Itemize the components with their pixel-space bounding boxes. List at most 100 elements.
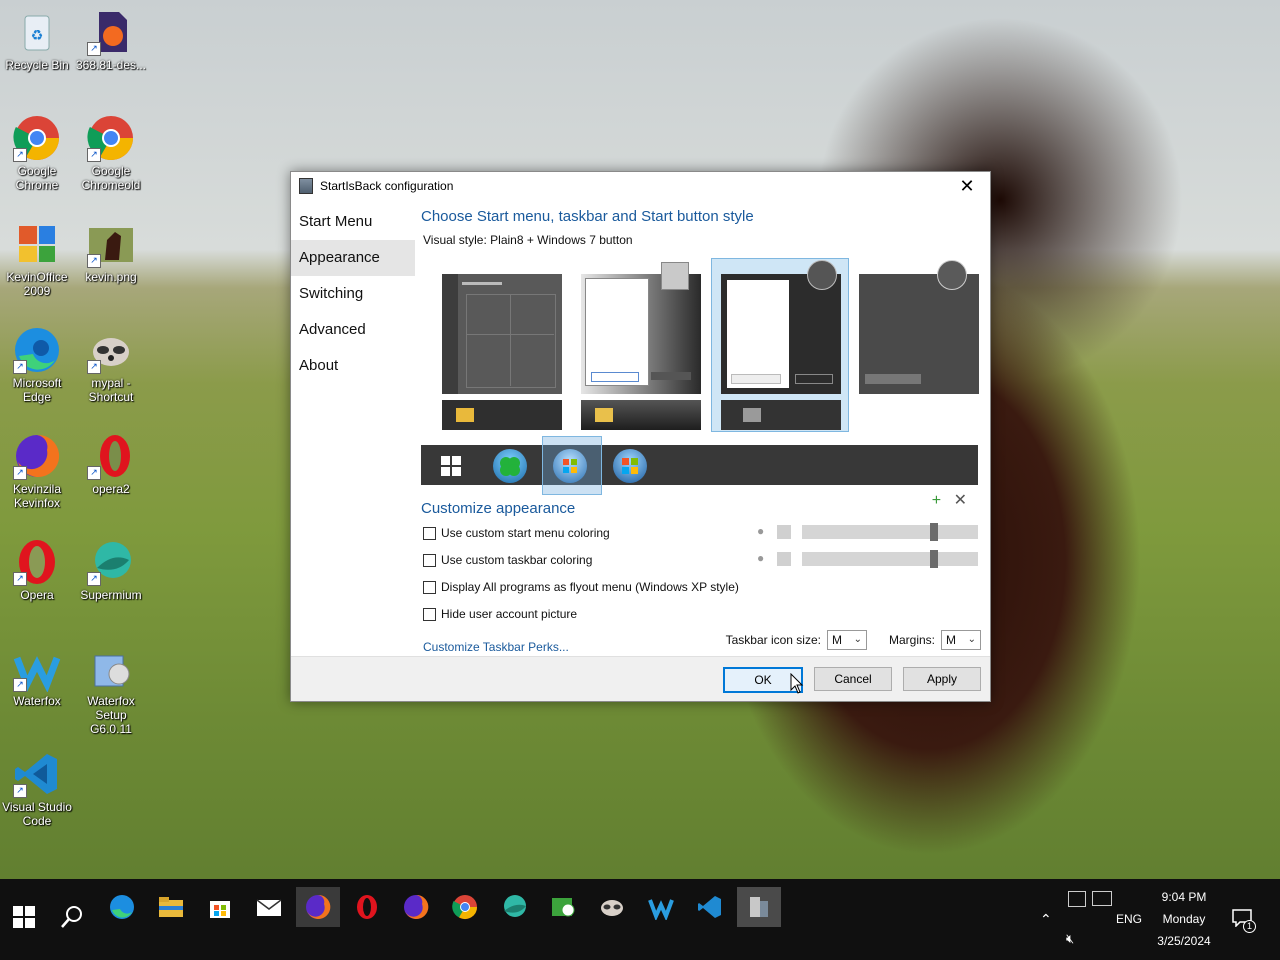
- desktop-icon-recycle-bin[interactable]: ♻ Recycle Bin: [0, 8, 74, 72]
- dialog-footer: OK Cancel Apply: [291, 656, 990, 701]
- close-icon[interactable]: ✕: [944, 172, 990, 200]
- taskbar-store[interactable]: [198, 887, 242, 927]
- apply-button[interactable]: Apply: [903, 667, 981, 691]
- taskbar-vscode[interactable]: [688, 887, 732, 927]
- taskbar-firefox[interactable]: [394, 887, 438, 927]
- plus-icon[interactable]: +: [932, 492, 941, 509]
- taskbar-edge[interactable]: [100, 887, 144, 927]
- desktop-icon-kevin-png[interactable]: ↗ kevin.png: [74, 220, 148, 284]
- desktop-icon-kevinzila[interactable]: ↗ Kevinzila Kevinfox: [0, 432, 74, 510]
- taskbar-opera[interactable]: [345, 887, 389, 927]
- clover-orb-button-style[interactable]: [493, 449, 527, 483]
- desktop-icon-opera2[interactable]: ↗ opera2: [74, 432, 148, 496]
- appearance-panel: Choose Start menu, taskbar and Start but…: [421, 208, 981, 654]
- user-avatar-icon: [661, 262, 689, 290]
- start-menu-opacity-slider[interactable]: [802, 523, 978, 541]
- desktop-icon-kevinoffice[interactable]: KevinOffice 2009: [0, 220, 74, 298]
- desktop-icon-waterfox[interactable]: ↗ Waterfox: [0, 644, 74, 708]
- nav-advanced[interactable]: Advanced: [291, 312, 415, 348]
- start-button[interactable]: [2, 897, 46, 937]
- windows-logo-button-style[interactable]: [441, 456, 461, 476]
- mail-icon: [256, 899, 282, 916]
- dialog-titlebar[interactable]: StartIsBack configuration ✕: [291, 172, 990, 200]
- option-custom-taskbar-coloring[interactable]: Use custom taskbar coloring: [423, 553, 592, 567]
- chevron-up-icon[interactable]: ⌃: [1040, 911, 1052, 928]
- style-thumbnail-plain8[interactable]: [721, 260, 841, 394]
- folder-icon: [456, 408, 474, 422]
- nav-about[interactable]: About: [291, 348, 415, 384]
- style-thumbnail-plain8-dark[interactable]: [859, 260, 979, 394]
- color-swatch[interactable]: [777, 525, 791, 539]
- nav-switching[interactable]: Switching: [291, 276, 415, 312]
- slider-thumb[interactable]: [930, 523, 938, 541]
- taskbar-supermium[interactable]: [492, 887, 536, 927]
- taskbar-chrome[interactable]: [443, 887, 487, 927]
- meeting-icon[interactable]: [1068, 891, 1086, 907]
- sidebar-nav: Start Menu Appearance Switching Advanced…: [291, 204, 415, 384]
- clock-time[interactable]: 9:04 PM: [1150, 890, 1218, 904]
- option-custom-start-menu-coloring[interactable]: Use custom start menu coloring: [423, 526, 610, 540]
- mouse-cursor-icon: [790, 673, 804, 694]
- search-button[interactable]: [50, 897, 94, 937]
- margins-select[interactable]: M ⌄: [941, 630, 981, 650]
- vscode-icon: [698, 896, 721, 918]
- taskbar-startisback[interactable]: [737, 887, 781, 927]
- taskbar-mail[interactable]: [247, 887, 291, 927]
- notification-center[interactable]: 1: [1232, 909, 1256, 933]
- checkbox[interactable]: [423, 580, 436, 594]
- shortcut-arrow-icon: ↗: [13, 466, 27, 480]
- shortcut-arrow-icon: ↗: [87, 360, 101, 374]
- recycle-bin-icon: ♻: [13, 8, 61, 56]
- clock-day[interactable]: Monday: [1150, 912, 1218, 926]
- taskbar-icon-size-select[interactable]: M ⌄: [826, 630, 867, 650]
- style-thumbnails: [431, 258, 979, 454]
- select-value: M: [946, 633, 956, 647]
- svg-text:♻: ♻: [31, 27, 44, 43]
- shortcut-arrow-icon: ↗: [13, 148, 27, 162]
- style-thumbnail-win10[interactable]: [442, 274, 562, 394]
- desktop-icon-google-chromeold[interactable]: ↗ Google Chromeold: [74, 114, 148, 192]
- desktop-icon-installer[interactable]: ↗ 368.81-des...: [74, 8, 148, 72]
- slider-thumb[interactable]: [930, 550, 938, 568]
- edge-icon: [110, 895, 134, 919]
- taskbar-file-explorer[interactable]: [149, 887, 193, 927]
- network-icon[interactable]: [1092, 891, 1112, 906]
- customize-taskbar-perks-link[interactable]: Customize Taskbar Perks...: [423, 640, 569, 654]
- desktop-icon-supermium[interactable]: ↗ Supermium: [74, 538, 148, 602]
- checkbox[interactable]: [423, 607, 436, 621]
- nav-appearance[interactable]: Appearance: [291, 240, 415, 276]
- close-icon[interactable]: ✕: [954, 492, 967, 509]
- taskbar-office[interactable]: [541, 887, 585, 927]
- volume-muted-icon[interactable]: 🔇︎: [1066, 931, 1074, 947]
- option-hide-user-picture[interactable]: Hide user account picture: [423, 607, 577, 621]
- style-thumbnail-win7[interactable]: [581, 262, 701, 394]
- win7-orb-button-style[interactable]: [553, 449, 587, 483]
- app-icon: [299, 178, 313, 194]
- desktop-icon-mypal[interactable]: ↗ mypal - Shortcut: [74, 326, 148, 404]
- checkbox[interactable]: [423, 553, 436, 567]
- cancel-button[interactable]: Cancel: [814, 667, 892, 691]
- supermium-icon: [504, 895, 526, 917]
- language-indicator[interactable]: ENG: [1114, 912, 1144, 926]
- taskbar-mypal[interactable]: [590, 887, 634, 927]
- desktop-icon-google-chrome[interactable]: ↗ Google Chrome: [0, 114, 74, 192]
- size-controls: Taskbar icon size: M ⌄ Margins: M ⌄: [726, 630, 981, 650]
- desktop-icon-vscode[interactable]: ↗ Visual Studio Code: [0, 750, 74, 828]
- nav-start-menu[interactable]: Start Menu: [291, 204, 415, 240]
- checkbox[interactable]: [423, 526, 436, 540]
- desktop-icon-waterfox-setup[interactable]: Waterfox Setup G6.0.11: [74, 644, 148, 736]
- windows-logo-icon: [13, 906, 35, 928]
- taskbar-firefox-active[interactable]: [296, 887, 340, 927]
- desktop-icon-opera[interactable]: ↗ Opera: [0, 538, 74, 602]
- option-flyout-menu[interactable]: Display All programs as flyout menu (Win…: [423, 580, 739, 594]
- vista-orb-button-style[interactable]: [613, 449, 647, 483]
- office-icon: [13, 220, 61, 268]
- search-icon: [61, 906, 82, 928]
- color-swatch[interactable]: [777, 552, 791, 566]
- taskbar-waterfox[interactable]: [639, 887, 683, 927]
- option-label: Use custom taskbar coloring: [441, 553, 593, 567]
- desktop-icon-microsoft-edge[interactable]: ↗ Microsoft Edge: [0, 326, 74, 404]
- folder-icon: [743, 408, 761, 422]
- clock-date[interactable]: 3/25/2024: [1150, 934, 1218, 948]
- taskbar-opacity-slider[interactable]: [802, 550, 978, 568]
